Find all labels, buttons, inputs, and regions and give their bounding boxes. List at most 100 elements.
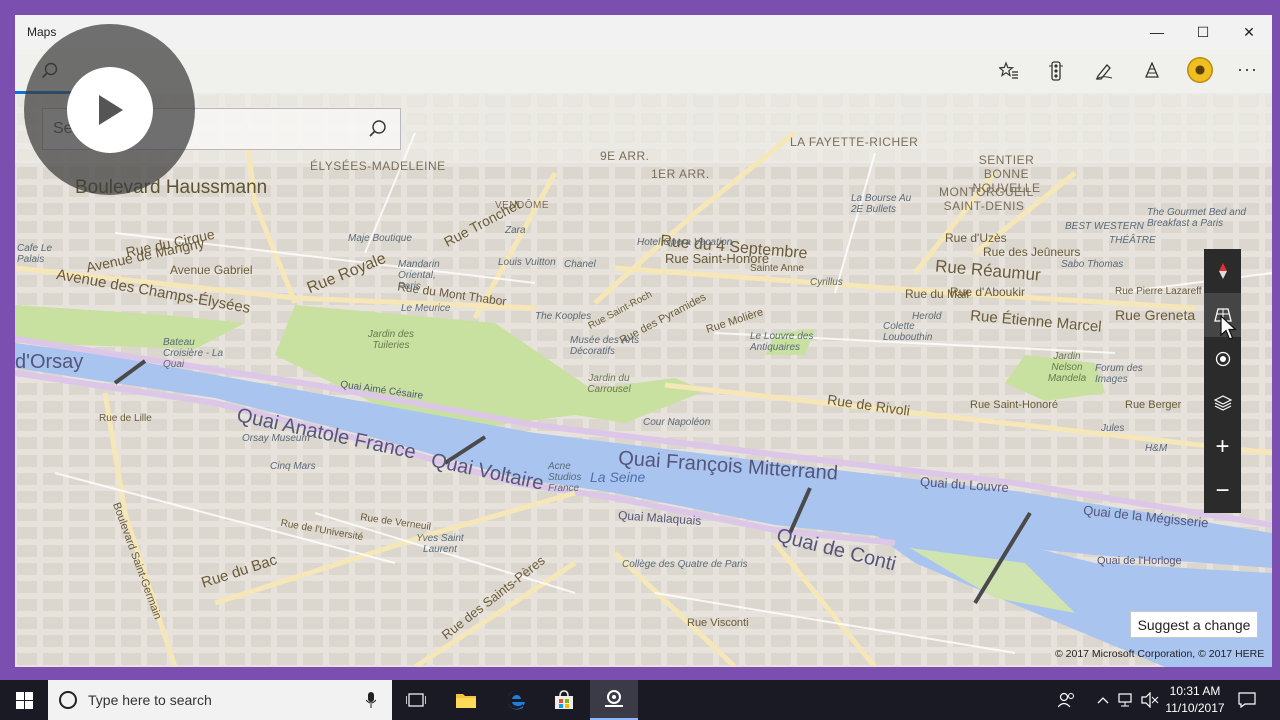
label-jules: Jules [1101,423,1125,434]
clock[interactable]: 10:31 AM 11/10/2017 [1160,683,1230,717]
label-rue-visconti: Rue Visconti [687,617,749,629]
label-sabo: Sabo Thomas [1061,259,1124,270]
label-cinq-mars: Cinq Mars [270,461,316,472]
layers-icon [1213,395,1232,411]
favorites-icon [999,61,1018,79]
store-icon [555,690,573,709]
label-zara: Zara [505,225,526,236]
label-cour-napoleon: Cour Napoléon [643,417,711,428]
app-title: Maps [27,25,57,39]
zoom-out-button[interactable]: − [1204,469,1241,513]
taskbar-search-placeholder: Type here to search [88,692,212,708]
start-button[interactable] [0,680,48,720]
label-hm: H&M [1145,443,1168,454]
label-jardin-nelson: Jardin Nelson Mandela [1047,351,1087,384]
layers-button[interactable] [1204,381,1241,425]
label-acne: Acne Studios France [548,461,582,494]
label-montorgueil: MONTORGUEIL SAINT-DENIS [939,185,1034,213]
label-jardin-tuileries: Jardin des Tuileries [367,329,415,351]
label-orsay-museum: Orsay Museum [242,433,310,444]
pen-icon [1095,64,1113,80]
task-view-button[interactable] [392,680,440,720]
more-options-button[interactable]: ··· [1237,59,1258,80]
cortana-icon [59,691,77,709]
label-elysees: ÉLYSÉES-MADELEINE [310,159,446,173]
traffic-light-icon [1049,61,1063,81]
mouse-cursor-icon [1220,315,1238,340]
clock-time: 10:31 AM [1169,684,1221,698]
taskbar-store[interactable] [540,680,588,720]
label-avenue-gabriel: Avenue Gabriel [170,263,253,277]
video-play-overlay[interactable] [24,24,195,195]
label-chanel: Chanel [564,259,596,270]
label-quai-orsay: d'Orsay [15,351,84,373]
people-tray-button[interactable] [1058,692,1076,708]
close-button[interactable]: ✕ [1226,15,1272,49]
suggest-change-button[interactable]: Suggest a change [1130,611,1258,638]
map-controls: + − [1204,249,1241,513]
copyright-text: © 2017 Microsoft Corporation, © 2017 HER… [1055,648,1265,660]
ink-button[interactable] [1089,57,1119,85]
avatar[interactable] [1187,57,1213,83]
label-lafayette: LA FAYETTE-RICHER [790,135,919,149]
maps-window: Boulevard Haussmann ÉLYSÉES-MADELEINE 9E… [15,15,1272,667]
network-tray-button[interactable] [1117,692,1135,708]
label-hotel: Hotel Opera Vacation [637,237,733,248]
label-rue-uzes: Rue d'Uzès [945,231,1007,245]
title-bar: Maps — ☐ ✕ [15,15,1272,49]
volume-muted-icon [1141,692,1159,708]
label-rue-berger: Rue Berger [1125,399,1182,411]
label-bateau: Bateau Croisière - La Quai [163,337,224,370]
label-vuitton: Louis Vuitton [498,257,556,268]
task-view-icon [406,693,426,707]
locate-button[interactable] [1204,337,1241,381]
taskbar-maps[interactable] [590,680,638,720]
taskbar-search[interactable]: Type here to search [48,680,392,720]
label-maje: Maje Boutique [348,233,412,244]
label-theatre: THÉÂTRE [1109,235,1156,246]
maximize-button[interactable]: ☐ [1180,15,1226,49]
windows-logo-icon [15,691,33,709]
label-kooples: The Kooples [535,311,592,322]
label-rue-st-honore-3: Rue Saint-Honoré [970,399,1059,411]
label-cyrillus: Cyrillus [810,277,843,288]
search-icon [369,120,386,137]
play-button[interactable] [66,66,153,153]
label-rue-aboukir: Rue d'Aboukir [950,285,1025,299]
label-pierre-lazareff: Rue Pierre Lazareff [1115,286,1202,297]
action-center-button[interactable] [1238,692,1256,708]
label-college: Collège des Quatre de Paris [622,559,748,570]
label-arts-deco: Musée des Arts Décoratifs [570,335,640,357]
label-rue-greneta: Rue Greneta [1115,307,1196,323]
folder-icon [456,694,476,708]
show-hidden-icons-button[interactable] [1094,692,1112,708]
label-1er: 1ER ARR. [651,167,710,181]
search-submit-button[interactable] [368,119,390,141]
label-le-meurice: Le Meurice [401,303,451,314]
label-jardin-carrousel: Jardin du Carrousel [587,373,631,395]
microphone-icon [366,692,376,708]
locate-icon [1215,351,1230,367]
people-icon [1058,692,1074,708]
traffic-button[interactable] [1041,57,1071,85]
minimize-button[interactable]: — [1134,15,1180,49]
clock-date: 11/10/2017 [1165,701,1225,715]
volume-tray-button[interactable] [1141,692,1159,708]
3d-cities-button[interactable] [1137,57,1167,85]
label-quai-horloge: Quai de l'Horloge [1097,555,1182,567]
label-cafe-palais: Cafe Le Palais [17,243,53,265]
edge-icon [507,691,525,710]
favorites-button[interactable] [994,57,1024,85]
taskbar-edge[interactable] [492,680,540,720]
label-colette: Colette Loubouthin [883,321,933,343]
notification-icon [1238,692,1256,708]
3d-cities-icon [1145,62,1159,78]
label-sainte-anne: Sainte Anne [750,263,804,274]
label-gourmet: The Gourmet Bed and Breakfast a Paris [1147,207,1246,229]
taskbar-file-explorer[interactable] [442,680,490,720]
compass-button[interactable] [1204,249,1241,293]
label-9e: 9E ARR. [600,149,650,163]
compass-icon [1218,263,1227,279]
zoom-in-button[interactable]: + [1204,425,1241,469]
chevron-up-icon [1097,697,1109,704]
